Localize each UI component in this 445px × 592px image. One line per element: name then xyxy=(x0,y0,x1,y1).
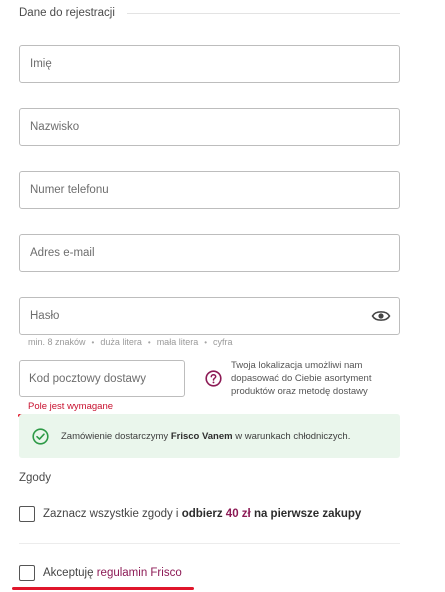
phone-input[interactable] xyxy=(20,172,399,208)
registration-section-header: Dane do rejestracji xyxy=(19,5,400,21)
select-all-bold-1: odbierz xyxy=(181,508,223,520)
notice-text-start: Zamówienie dostarczymy xyxy=(61,430,169,442)
eye-icon[interactable] xyxy=(371,307,391,325)
password-hint: min. 8 znaków xyxy=(28,337,86,347)
question-circle-icon[interactable] xyxy=(205,370,222,387)
hint-separator: • xyxy=(91,337,95,347)
notice-text-bold: Frisco Vanem xyxy=(170,430,233,442)
section-title: Dane do rejestracji xyxy=(19,7,115,19)
last-name-field[interactable] xyxy=(19,108,400,146)
email-input[interactable] xyxy=(20,235,399,271)
password-hint: cyfra xyxy=(213,337,233,347)
select-all-amount: 40 zł xyxy=(225,508,251,520)
terms-link[interactable]: regulamin Frisco xyxy=(97,567,182,579)
phone-field[interactable] xyxy=(19,171,400,209)
email-field[interactable] xyxy=(19,234,400,272)
hint-separator: • xyxy=(147,337,151,347)
notice-text-end: w warunkach chłodniczych. xyxy=(235,430,351,442)
first-name-field[interactable] xyxy=(19,45,400,83)
password-field[interactable] xyxy=(19,297,400,335)
select-all-label: Zaznacz wszystkie zgody i odbierz 40 zł … xyxy=(43,508,361,520)
password-hints: min. 8 znaków • duża litera • mała liter… xyxy=(28,337,233,347)
hint-separator: • xyxy=(204,337,208,347)
postcode-field[interactable] xyxy=(19,360,185,397)
section-divider xyxy=(126,12,400,14)
delivery-notice: Zamówienie dostarczymy Frisco Vanem w wa… xyxy=(19,414,400,458)
delivery-notice-text: Zamówienie dostarczymy Frisco Vanem w wa… xyxy=(61,431,350,442)
consents-divider xyxy=(19,543,400,544)
select-all-text: Zaznacz wszystkie zgody i xyxy=(43,508,179,520)
terms-text: Akceptuję xyxy=(43,567,94,579)
terms-label: Akceptuję regulamin Frisco xyxy=(43,567,182,579)
checkbox-box[interactable] xyxy=(19,506,35,522)
terms-highlight-underline xyxy=(12,587,194,590)
password-input[interactable] xyxy=(20,298,399,334)
select-all-consents-checkbox[interactable]: Zaznacz wszystkie zgody i odbierz 40 zł … xyxy=(19,506,361,522)
first-name-input[interactable] xyxy=(20,46,399,82)
postcode-error: Pole jest wymagane xyxy=(28,401,114,412)
postcode-input[interactable] xyxy=(20,361,184,396)
terms-checkbox[interactable]: Akceptuję regulamin Frisco xyxy=(19,565,182,581)
select-all-bold-2: na pierwsze zakupy xyxy=(253,508,362,520)
checkbox-box[interactable] xyxy=(19,565,35,581)
consents-title: Zgody xyxy=(19,472,51,484)
password-hint: duża litera xyxy=(100,337,142,347)
last-name-input[interactable] xyxy=(20,109,399,145)
password-hint: mała litera xyxy=(156,337,199,347)
location-info-text: Twoja lokalizacja umożliwi nam dopasować… xyxy=(231,360,372,397)
check-circle-icon xyxy=(32,427,49,445)
